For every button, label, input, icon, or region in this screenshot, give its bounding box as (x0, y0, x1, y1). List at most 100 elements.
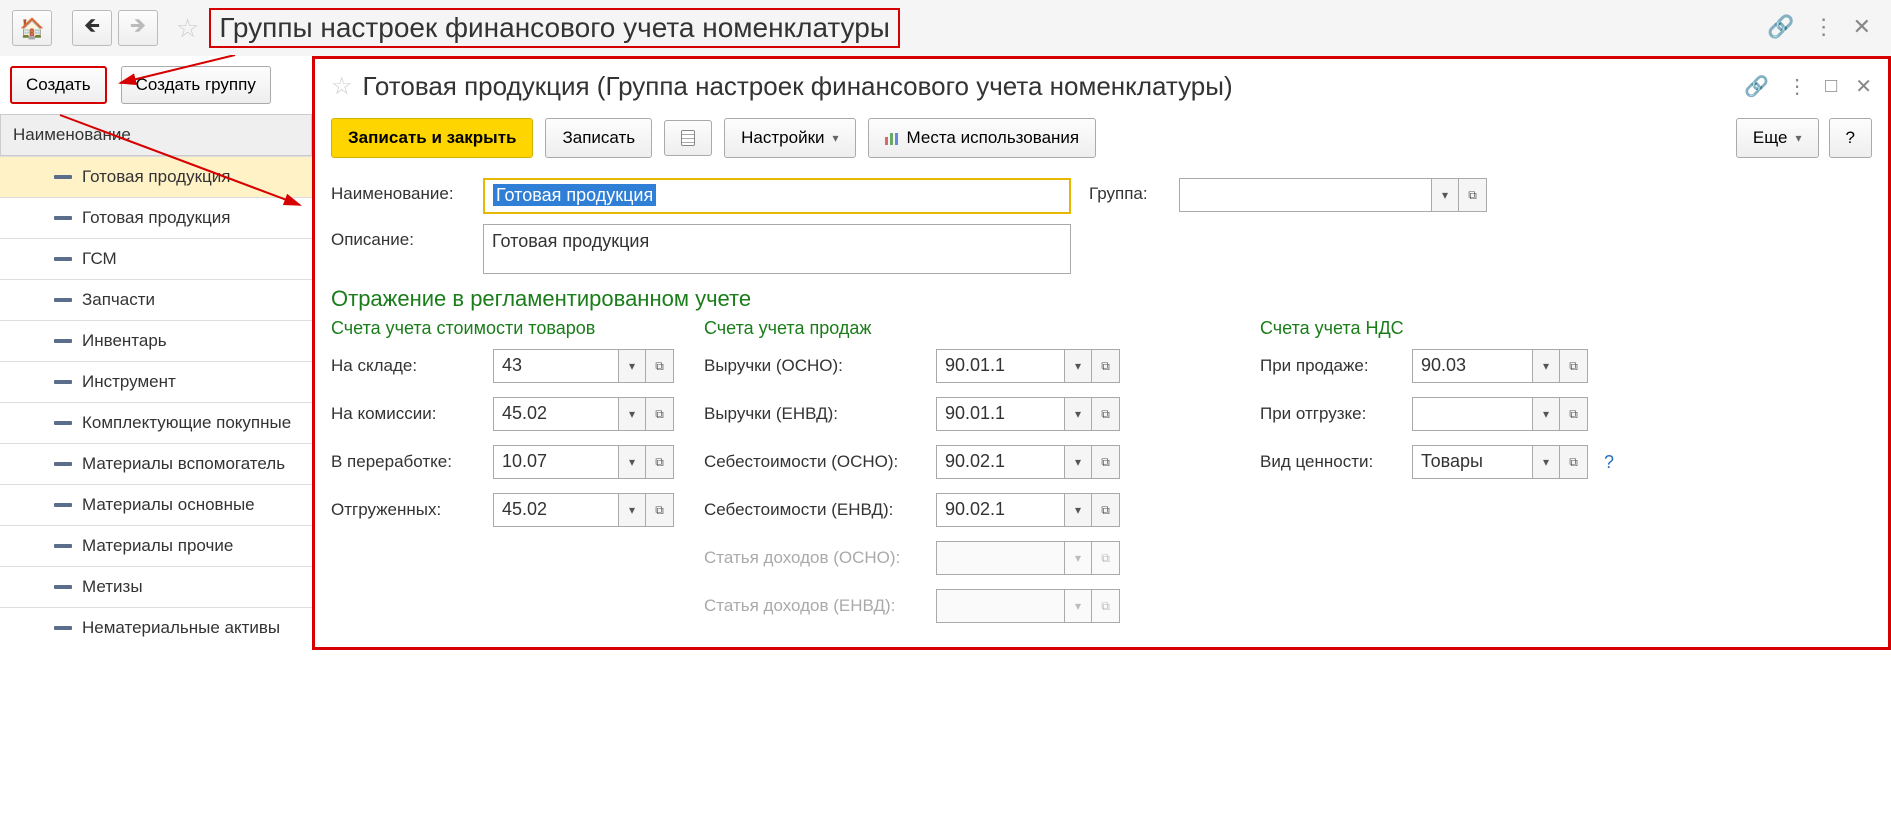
desc-input[interactable]: Готовая продукция (483, 224, 1071, 274)
table-row[interactable]: Инвентарь (0, 320, 312, 361)
create-group-button[interactable]: Создать группу (121, 66, 271, 104)
create-button[interactable]: Создать (10, 66, 107, 104)
field-label: Вид ценности: (1260, 452, 1400, 472)
open-ref-button[interactable]: ⧉ (646, 445, 674, 479)
account-input[interactable] (936, 589, 1064, 623)
field-label: Статья доходов (ОСНО): (704, 548, 924, 568)
favorite-star-icon[interactable]: ☆ (176, 13, 199, 44)
link-icon[interactable]: 🔗 (1767, 14, 1794, 40)
dropdown-button[interactable]: ▾ (618, 493, 646, 527)
group-label: Группа: (1089, 178, 1167, 204)
group-dropdown-button[interactable]: ▾ (1431, 178, 1459, 212)
save-close-button[interactable]: Записать и закрыть (331, 118, 533, 158)
dropdown-button[interactable]: ▾ (1064, 493, 1092, 527)
table-row[interactable]: ГСМ (0, 238, 312, 279)
account-input[interactable]: Товары (1412, 445, 1532, 479)
name-input[interactable]: Готовая продукция (483, 178, 1071, 214)
field-label: Себестоимости (ЕНВД): (704, 500, 924, 520)
dropdown-button[interactable]: ▾ (1064, 445, 1092, 479)
open-ref-button[interactable]: ⧉ (646, 397, 674, 431)
home-button[interactable]: 🏠 (12, 10, 52, 46)
open-ref-button[interactable]: ⧉ (1092, 349, 1120, 383)
dropdown-button[interactable]: ▾ (618, 349, 646, 383)
desc-label: Описание: (331, 224, 471, 250)
open-ref-button[interactable]: ⧉ (1092, 493, 1120, 527)
field-label: При продаже: (1260, 356, 1400, 376)
row-label: Запчасти (82, 290, 155, 310)
account-input[interactable]: 90.03 (1412, 349, 1532, 383)
col2-title: Счета учета продаж (704, 318, 1120, 339)
dropdown-button[interactable]: ▾ (618, 397, 646, 431)
item-marker-icon (54, 585, 72, 589)
panel-link-icon[interactable]: 🔗 (1744, 74, 1769, 99)
table-row[interactable]: Инструмент (0, 361, 312, 402)
account-input[interactable]: 45.02 (493, 397, 618, 431)
field-label: На комиссии: (331, 404, 481, 424)
open-ref-button[interactable]: ⧉ (1092, 397, 1120, 431)
dropdown-button[interactable]: ▾ (1064, 397, 1092, 431)
table-row[interactable]: Комплектующие покупные (0, 402, 312, 443)
more-vert-icon[interactable]: ⋮ (1813, 14, 1835, 40)
forward-button[interactable]: 🡺 (118, 10, 158, 46)
back-button[interactable]: 🡸 (72, 10, 112, 46)
item-marker-icon (54, 503, 72, 507)
table-row[interactable]: Готовая продукция (0, 156, 312, 197)
account-input[interactable] (936, 541, 1064, 575)
dropdown-button[interactable]: ▾ (1064, 349, 1092, 383)
open-ref-button[interactable]: ⧉ (1560, 349, 1588, 383)
dropdown-button[interactable]: ▾ (1532, 349, 1560, 383)
open-ref-button[interactable]: ⧉ (646, 493, 674, 527)
panel-star-icon[interactable]: ☆ (331, 72, 353, 101)
field-label: Себестоимости (ОСНО): (704, 452, 924, 472)
field-label: Статья доходов (ЕНВД): (704, 596, 924, 616)
settings-button[interactable]: Настройки ▾ (724, 118, 855, 158)
panel-close-icon[interactable]: ✕ (1855, 74, 1872, 99)
account-input[interactable]: 10.07 (493, 445, 618, 479)
row-label: Готовая продукция (82, 167, 230, 187)
help-icon[interactable]: ? (1604, 452, 1614, 473)
row-label: Инвентарь (82, 331, 167, 351)
row-label: Готовая продукция (82, 208, 230, 228)
dropdown-button[interactable]: ▾ (618, 445, 646, 479)
save-button[interactable]: Записать (545, 118, 652, 158)
dropdown-button[interactable]: ▾ (1532, 397, 1560, 431)
account-input[interactable]: 43 (493, 349, 618, 383)
table-row[interactable]: Материалы вспомогатель (0, 443, 312, 484)
open-ref-button[interactable]: ⧉ (1092, 589, 1120, 623)
field-label: На складе: (331, 356, 481, 376)
dropdown-button[interactable]: ▾ (1532, 445, 1560, 479)
table-row[interactable]: Метизы (0, 566, 312, 607)
table-row[interactable]: Нематериальные активы (0, 607, 312, 648)
page-title: Группы настроек финансового учета номенк… (209, 8, 900, 48)
dropdown-button[interactable]: ▾ (1064, 541, 1092, 575)
account-input[interactable]: 45.02 (493, 493, 618, 527)
usage-places-button[interactable]: Места использования (868, 118, 1097, 158)
table-row[interactable]: Материалы основные (0, 484, 312, 525)
panel-title: Готовая продукция (Группа настроек финан… (363, 71, 1735, 102)
open-ref-button[interactable]: ⧉ (1092, 445, 1120, 479)
table-header-name[interactable]: Наименование (0, 114, 312, 156)
panel-more-icon[interactable]: ⋮ (1787, 74, 1807, 99)
table-row[interactable]: Готовая продукция (0, 197, 312, 238)
open-ref-button[interactable]: ⧉ (1560, 445, 1588, 479)
open-ref-button[interactable]: ⧉ (646, 349, 674, 383)
account-input[interactable]: 90.02.1 (936, 445, 1064, 479)
table-row[interactable]: Запчасти (0, 279, 312, 320)
database-icon (681, 130, 695, 146)
help-button[interactable]: ? (1829, 118, 1872, 158)
account-input[interactable] (1412, 397, 1532, 431)
open-ref-button[interactable]: ⧉ (1560, 397, 1588, 431)
panel-maximize-icon[interactable]: □ (1825, 75, 1837, 98)
close-icon[interactable]: ✕ (1853, 14, 1871, 40)
db-button[interactable] (664, 120, 712, 156)
account-input[interactable]: 90.01.1 (936, 397, 1064, 431)
group-open-button[interactable]: ⧉ (1459, 178, 1487, 212)
account-input[interactable]: 90.02.1 (936, 493, 1064, 527)
more-button[interactable]: Еще ▾ (1736, 118, 1819, 158)
account-input[interactable]: 90.01.1 (936, 349, 1064, 383)
dropdown-button[interactable]: ▾ (1064, 589, 1092, 623)
table-row[interactable]: Материалы прочие (0, 525, 312, 566)
section-title: Отражение в регламентированном учете (331, 286, 1872, 312)
open-ref-button[interactable]: ⧉ (1092, 541, 1120, 575)
group-input[interactable] (1179, 178, 1431, 212)
